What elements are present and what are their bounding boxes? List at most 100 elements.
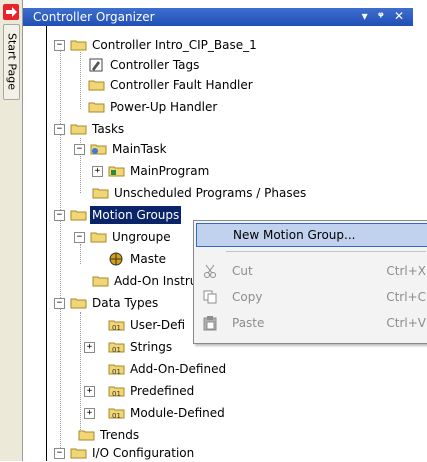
tree-node-addon-defined[interactable]: 01 Add-On-Defined xyxy=(92,360,252,378)
expand-icon[interactable]: + xyxy=(92,166,103,177)
tree-label: MainTask xyxy=(112,142,167,156)
pin-icon[interactable]: ᵠ xyxy=(378,9,387,23)
tree-node-ungrouped[interactable]: − Ungroupe xyxy=(74,228,194,246)
tree-label: Maste xyxy=(130,252,167,266)
start-page-icon[interactable] xyxy=(3,4,19,20)
tree-node-predefined[interactable]: + 01 Predefined xyxy=(74,382,224,400)
close-icon[interactable]: ✕ xyxy=(394,9,407,23)
folder-open-icon xyxy=(70,40,87,51)
context-menu: New Motion Group... Cut Ctrl+X Copy Ctrl… xyxy=(193,220,427,344)
copy-icon xyxy=(203,290,217,304)
tree-label: Strings xyxy=(130,340,173,354)
tree-node-user-defined[interactable]: 01 User-Defi xyxy=(92,316,202,334)
tree-node-powerup-handler[interactable]: Power-Up Handler xyxy=(88,98,288,116)
menu-label: New Motion Group... xyxy=(233,228,356,242)
tree-label: Data Types xyxy=(92,296,159,310)
panel-border xyxy=(46,26,47,461)
tree-label: Ungroupe xyxy=(112,230,171,244)
tree-node-controller[interactable]: − Controller Intro_CIP_Base_1 xyxy=(54,36,354,54)
datatype-folder-icon: 01 xyxy=(108,342,125,353)
folder-open-icon xyxy=(70,448,87,459)
tree-node-io-config[interactable]: − I/O Configuration xyxy=(54,444,214,462)
svg-text:01: 01 xyxy=(112,324,121,331)
clipboard-icon xyxy=(203,316,217,331)
menu-shortcut: Ctrl+C xyxy=(386,290,426,304)
folder-open-icon xyxy=(70,124,87,135)
svg-text:01: 01 xyxy=(112,368,121,375)
tree-node-module-defined[interactable]: + 01 Module-Defined xyxy=(74,404,244,422)
tree-node-mainprogram[interactable]: + MainProgram xyxy=(92,162,252,180)
tree-node-unscheduled[interactable]: Unscheduled Programs / Phases xyxy=(76,184,376,202)
svg-text:01: 01 xyxy=(112,412,121,419)
folder-icon xyxy=(78,430,95,441)
tree-label: Controller Tags xyxy=(110,58,200,72)
svg-text:01: 01 xyxy=(112,346,121,353)
collapse-icon[interactable]: − xyxy=(54,40,65,51)
tree-label: User-Defi xyxy=(130,318,186,332)
tree-label: MainProgram xyxy=(130,164,210,178)
menu-item-cut[interactable]: Cut Ctrl+X xyxy=(196,259,427,283)
tree-node-addon-instr[interactable]: Add-On Instru xyxy=(76,272,198,290)
tree-node-controller-tags[interactable]: Controller Tags xyxy=(88,56,288,74)
start-page-strip: Start Page xyxy=(0,0,23,461)
tree-label: Power-Up Handler xyxy=(110,100,218,114)
axis-icon xyxy=(109,252,123,266)
collapse-icon[interactable]: − xyxy=(54,448,65,459)
folder-open-icon xyxy=(70,298,87,309)
collapse-icon[interactable]: − xyxy=(74,232,85,243)
expand-icon[interactable]: + xyxy=(84,408,95,419)
collapse-icon[interactable]: − xyxy=(74,144,85,155)
collapse-icon[interactable]: − xyxy=(54,210,65,221)
menu-item-copy[interactable]: Copy Ctrl+C xyxy=(196,285,427,309)
tree-label: Controller Fault Handler xyxy=(110,78,253,92)
menu-item-paste[interactable]: Paste Ctrl+V xyxy=(196,311,427,335)
tree-line xyxy=(80,52,81,109)
folder-icon xyxy=(92,276,109,287)
tree-line xyxy=(80,244,81,264)
tree-node-motion-groups[interactable]: − Motion Groups xyxy=(54,206,214,224)
start-page-label: Start Page xyxy=(5,33,19,90)
tree-label: Trends xyxy=(100,428,140,442)
menu-label: Cut xyxy=(232,264,253,278)
task-folder-icon xyxy=(90,144,107,155)
tree-node-master[interactable]: Maste xyxy=(108,250,198,268)
tree-label: I/O Configuration xyxy=(92,446,195,460)
datatype-folder-icon: 01 xyxy=(108,364,125,375)
start-page-tab[interactable]: Start Page xyxy=(3,24,20,100)
tree-label: Add-On-Defined xyxy=(130,362,227,376)
organizer-titlebar: Controller Organizer ▾ ᵠ ✕ xyxy=(23,8,413,26)
panel-title: Controller Organizer xyxy=(33,10,155,24)
tree-line xyxy=(60,50,61,454)
menu-label: Copy xyxy=(232,290,263,304)
tree-node-maintask[interactable]: − MainTask xyxy=(74,140,214,158)
expand-icon[interactable]: + xyxy=(84,386,95,397)
folder-open-icon xyxy=(90,232,107,243)
tree-node-data-types[interactable]: − Data Types xyxy=(54,294,194,312)
tree-label: Module-Defined xyxy=(130,406,225,420)
collapse-icon[interactable]: − xyxy=(54,298,65,309)
tree-node-tasks[interactable]: − Tasks xyxy=(54,120,174,138)
menu-item-new-motion-group[interactable]: New Motion Group... xyxy=(196,223,427,247)
tree-node-trends[interactable]: Trends xyxy=(62,426,162,444)
datatype-folder-icon: 01 xyxy=(108,386,125,397)
expand-icon[interactable]: + xyxy=(84,342,95,353)
tree-label: Predefined xyxy=(130,384,195,398)
datatype-folder-icon: 01 xyxy=(108,320,125,331)
scissors-icon xyxy=(204,264,216,278)
folder-icon xyxy=(88,102,105,113)
datatype-folder-icon: 01 xyxy=(108,408,125,419)
tree-label: Controller Intro_CIP_Base_1 xyxy=(92,38,257,52)
menu-separator xyxy=(226,251,426,252)
tree-label: Motion Groups xyxy=(90,206,182,224)
tree-label: Add-On Instru xyxy=(114,274,198,288)
tree-node-fault-handler[interactable]: Controller Fault Handler xyxy=(88,76,308,94)
tree-label: Tasks xyxy=(92,122,125,136)
menu-label: Paste xyxy=(232,316,265,330)
collapse-icon[interactable]: − xyxy=(54,124,65,135)
menu-shortcut: Ctrl+V xyxy=(386,316,426,330)
folder-icon xyxy=(88,80,105,91)
tree-label: Unscheduled Programs / Phases xyxy=(114,186,307,200)
svg-text:01: 01 xyxy=(112,390,121,397)
dropdown-arrow-icon[interactable]: ▾ xyxy=(362,9,371,23)
program-folder-icon xyxy=(108,166,125,177)
